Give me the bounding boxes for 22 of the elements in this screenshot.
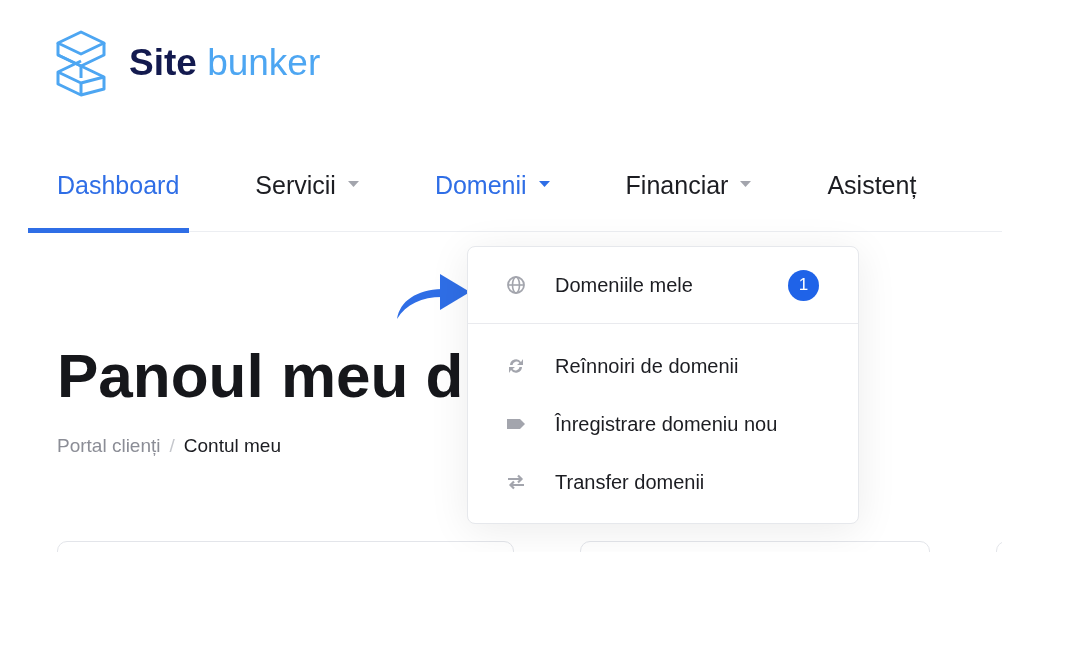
breadcrumb-separator: / — [169, 435, 175, 457]
logo-icon — [55, 29, 107, 97]
page-title: Panoul meu d — [57, 340, 464, 411]
nav-tab[interactable]: Servicii — [226, 158, 369, 233]
caret-icon — [538, 181, 550, 187]
nav-tab[interactable]: Asistenț — [798, 158, 927, 233]
curved-arrow-icon — [397, 274, 470, 319]
nav-tab[interactable]: Financiar — [596, 158, 762, 233]
menu-item[interactable]: Transfer domenii — [468, 453, 858, 511]
caret-icon — [347, 181, 359, 187]
count-badge: 1 — [788, 269, 819, 301]
refresh-icon — [506, 356, 526, 376]
logo-text[interactable]: Site bunker — [129, 42, 321, 84]
menu-item[interactable]: Domeniile mele 1 — [468, 256, 858, 314]
menu-item[interactable]: Înregistrare domeniu nou — [468, 395, 858, 453]
nav-tab[interactable]: Dashboard — [28, 158, 190, 233]
nav-tab[interactable]: Domenii — [405, 158, 560, 233]
caret-icon — [740, 181, 752, 187]
menu-item[interactable]: Reînnoiri de domenii — [468, 337, 858, 395]
breadcrumb-item: Contul meu — [183, 435, 281, 457]
swap-arrows-icon — [506, 472, 526, 492]
globe-icon — [506, 275, 526, 295]
